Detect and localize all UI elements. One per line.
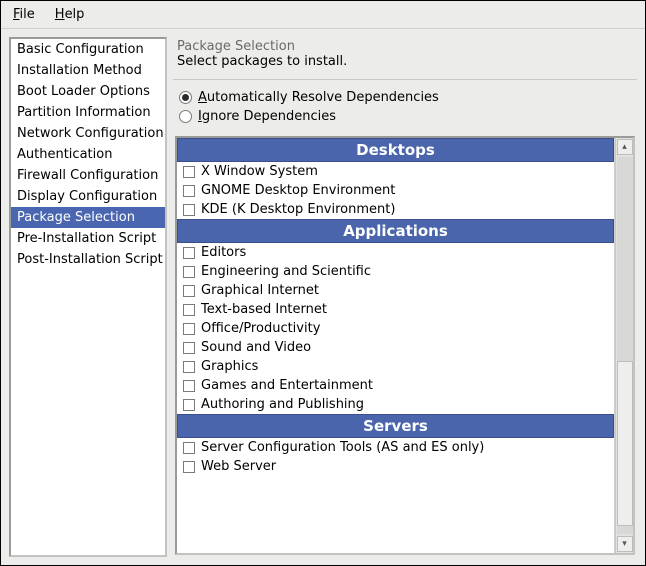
- menu-help-rest: elp: [65, 7, 85, 22]
- sidebar-item[interactable]: Authentication: [11, 144, 165, 165]
- sidebar-item[interactable]: Boot Loader Options: [11, 81, 165, 102]
- package-row[interactable]: Graphical Internet: [177, 281, 614, 300]
- checkbox-icon[interactable]: [183, 380, 195, 392]
- package-row[interactable]: GNOME Desktop Environment: [177, 181, 614, 200]
- checkbox-icon[interactable]: [183, 342, 195, 354]
- checkbox-icon[interactable]: [183, 285, 195, 297]
- menu-help-accel: H: [55, 7, 65, 22]
- package-label: Sound and Video: [201, 340, 311, 355]
- sidebar-item[interactable]: Display Configuration: [11, 186, 165, 207]
- package-row[interactable]: Graphics: [177, 357, 614, 376]
- main-panel: Package Selection Select packages to ins…: [173, 37, 637, 557]
- package-row[interactable]: Sound and Video: [177, 338, 614, 357]
- sidebar-item[interactable]: Pre-Installation Script: [11, 228, 165, 249]
- package-label: Office/Productivity: [201, 321, 320, 336]
- menu-help[interactable]: Help: [51, 5, 89, 24]
- package-label: Engineering and Scientific: [201, 264, 371, 279]
- radio-auto-resolve[interactable]: Automatically Resolve Dependencies: [179, 88, 631, 107]
- sidebar-item[interactable]: Basic Configuration: [11, 39, 165, 60]
- package-label: Text-based Internet: [201, 302, 327, 317]
- radio-icon: [179, 110, 192, 123]
- group-header: Desktops: [177, 138, 614, 162]
- scrollbar-vertical[interactable]: ▴ ▾: [615, 138, 633, 553]
- checkbox-icon[interactable]: [183, 323, 195, 335]
- package-row[interactable]: Server Configuration Tools (AS and ES on…: [177, 438, 614, 457]
- dependency-radio-group: Automatically Resolve Dependencies Ignor…: [173, 88, 637, 136]
- menubar: File Help: [1, 1, 645, 29]
- package-label: GNOME Desktop Environment: [201, 183, 395, 198]
- scroll-down-button[interactable]: ▾: [617, 536, 633, 552]
- package-row[interactable]: Games and Entertainment: [177, 376, 614, 395]
- package-label: X Window System: [201, 164, 318, 179]
- package-list: Desktops X Window System GNOME Desktop Env…: [177, 138, 615, 553]
- sidebar: Basic ConfigurationInstallation MethodBo…: [9, 37, 167, 557]
- radio-icon: [179, 91, 192, 104]
- group-header: Applications: [177, 219, 614, 243]
- scroll-track[interactable]: [617, 157, 633, 534]
- package-row[interactable]: X Window System: [177, 162, 614, 181]
- package-label: Authoring and Publishing: [201, 397, 364, 412]
- checkbox-icon[interactable]: [183, 185, 195, 197]
- divider: [173, 79, 637, 80]
- checkbox-icon[interactable]: [183, 247, 195, 259]
- checkbox-icon[interactable]: [183, 304, 195, 316]
- section-title: Package Selection: [173, 37, 637, 54]
- package-row[interactable]: Office/Productivity: [177, 319, 614, 338]
- package-label: KDE (K Desktop Environment): [201, 202, 395, 217]
- package-label: Graphical Internet: [201, 283, 319, 298]
- menu-file[interactable]: File: [9, 5, 39, 24]
- sidebar-item[interactable]: Installation Method: [11, 60, 165, 81]
- checkbox-icon[interactable]: [183, 461, 195, 473]
- package-label: Web Server: [201, 459, 276, 474]
- sidebar-item[interactable]: Network Configuration: [11, 123, 165, 144]
- body: Basic ConfigurationInstallation MethodBo…: [1, 29, 645, 565]
- radio-ignore-label: Ignore Dependencies: [198, 109, 336, 124]
- package-row[interactable]: Editors: [177, 243, 614, 262]
- package-label: Editors: [201, 245, 246, 260]
- sidebar-item[interactable]: Post-Installation Script: [11, 249, 165, 270]
- package-row[interactable]: Web Server: [177, 457, 614, 476]
- radio-auto-label: Automatically Resolve Dependencies: [198, 90, 439, 105]
- package-label: Graphics: [201, 359, 258, 374]
- package-row[interactable]: KDE (K Desktop Environment): [177, 200, 614, 219]
- menu-file-rest: ile: [20, 7, 35, 22]
- checkbox-icon[interactable]: [183, 166, 195, 178]
- sidebar-item[interactable]: Firewall Configuration: [11, 165, 165, 186]
- package-label: Games and Entertainment: [201, 378, 373, 393]
- package-row[interactable]: Engineering and Scientific: [177, 262, 614, 281]
- app-window: File Help Basic ConfigurationInstallatio…: [0, 0, 646, 566]
- package-label: Server Configuration Tools (AS and ES on…: [201, 440, 484, 455]
- package-row[interactable]: Authoring and Publishing: [177, 395, 614, 414]
- sidebar-item[interactable]: Partition Information: [11, 102, 165, 123]
- checkbox-icon[interactable]: [183, 204, 195, 216]
- scroll-up-button[interactable]: ▴: [617, 139, 633, 155]
- checkbox-icon[interactable]: [183, 266, 195, 278]
- sidebar-item[interactable]: Package Selection: [11, 207, 165, 228]
- radio-ignore-deps[interactable]: Ignore Dependencies: [179, 107, 631, 126]
- checkbox-icon[interactable]: [183, 442, 195, 454]
- package-area: Desktops X Window System GNOME Desktop Env…: [175, 136, 635, 555]
- scroll-thumb[interactable]: [617, 361, 633, 527]
- checkbox-icon[interactable]: [183, 361, 195, 373]
- checkbox-icon[interactable]: [183, 399, 195, 411]
- section-subtitle: Select packages to install.: [173, 54, 637, 75]
- package-row[interactable]: Text-based Internet: [177, 300, 614, 319]
- group-header: Servers: [177, 414, 614, 438]
